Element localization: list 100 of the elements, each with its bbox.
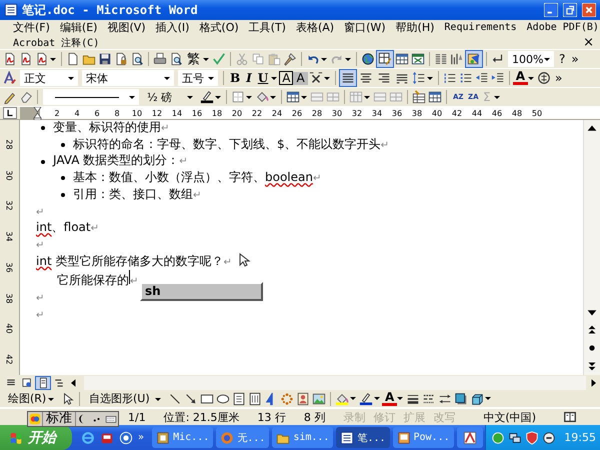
taskbar-button[interactable]: 笔... <box>336 427 390 448</box>
taskbar-button[interactable]: sim... <box>272 427 334 448</box>
tab-selector[interactable] <box>3 107 17 119</box>
close-icon[interactable] <box>582 3 596 17</box>
table-icon[interactable] <box>395 52 409 66</box>
network-icon[interactable] <box>508 430 522 444</box>
ime-logo-icon[interactable] <box>29 413 41 425</box>
indent-marker-icon[interactable] <box>33 107 42 120</box>
print-preview-icon[interactable] <box>169 52 183 66</box>
chinese-conversion-button[interactable]: 繁 <box>184 50 203 68</box>
app-icon[interactable] <box>100 430 114 444</box>
font-dropdown[interactable]: 宋体 <box>82 70 174 86</box>
document-lock-icon[interactable] <box>114 52 128 66</box>
style-dropdown[interactable]: 正文 <box>20 70 78 86</box>
insert-table-icon[interactable] <box>286 90 300 104</box>
character-shading-button[interactable]: A <box>293 72 308 84</box>
dropdown-arrow-icon[interactable] <box>301 96 307 98</box>
document-search-icon[interactable] <box>130 52 144 66</box>
styles-icon[interactable] <box>3 71 17 85</box>
menu-item[interactable]: 表格(A) <box>290 20 340 35</box>
line-spacing-icon[interactable] <box>412 71 426 85</box>
shadow-icon[interactable] <box>454 392 468 406</box>
dropdown-arrow-icon[interactable] <box>324 76 330 80</box>
menu-item[interactable]: 工具(T) <box>244 20 291 35</box>
line-weight-dropdown[interactable]: ½ 磅 <box>143 89 197 105</box>
tables-borders-button[interactable] <box>376 50 394 68</box>
dropdown-arrow-icon[interactable] <box>50 58 56 60</box>
font-color-button[interactable]: A <box>512 71 528 85</box>
eraser-icon[interactable] <box>19 90 33 104</box>
spreadsheet-icon[interactable] <box>411 52 425 66</box>
align-justify-button[interactable] <box>338 69 357 87</box>
select-pointer-icon[interactable] <box>61 392 75 406</box>
text-box-icon[interactable] <box>232 392 246 406</box>
speaker-icon[interactable] <box>542 430 556 444</box>
zoom-dropdown[interactable]: 100% <box>508 51 554 67</box>
restore-icon[interactable] <box>563 3 577 17</box>
bullets-icon[interactable] <box>458 71 473 85</box>
line-icon[interactable] <box>168 392 182 406</box>
minimize-icon[interactable] <box>544 3 558 17</box>
menu-item[interactable]: Requirements <box>439 22 522 33</box>
menu-item[interactable]: 格式(O) <box>194 20 244 35</box>
menu-item[interactable]: 文件(F) <box>8 20 55 35</box>
taskbar-button[interactable] <box>456 427 483 448</box>
dropdown-arrow-icon[interactable] <box>270 96 276 98</box>
character-border-button[interactable]: A <box>279 71 294 85</box>
soft-keyboard-icon[interactable] <box>105 413 117 425</box>
dropdown-arrow-icon[interactable] <box>271 76 278 80</box>
menu-item[interactable]: Acrobat 注释(C) <box>8 36 104 50</box>
merge-cells-icon[interactable] <box>310 90 324 104</box>
pdf-document-icon[interactable] <box>35 52 49 66</box>
increase-indent-icon[interactable] <box>490 71 505 85</box>
dropdown-arrow-icon[interactable] <box>345 58 351 60</box>
italic-button[interactable]: I <box>243 71 255 85</box>
dropdown-arrow-icon[interactable] <box>203 58 209 60</box>
ellipse-icon[interactable] <box>216 392 230 406</box>
line-color-icon[interactable] <box>359 392 373 406</box>
app-icon[interactable] <box>119 430 133 444</box>
table-autoformat-icon[interactable] <box>412 90 426 104</box>
help-button[interactable]: ? <box>556 52 568 66</box>
autoshapes-menu[interactable]: 自选图形(U) <box>85 390 165 406</box>
print-icon[interactable] <box>153 52 167 66</box>
enclosed-character-icon[interactable] <box>536 71 551 85</box>
font-size-dropdown[interactable]: 五号 <box>178 70 218 86</box>
underline-button[interactable]: U <box>254 71 272 85</box>
document-map-button[interactable] <box>465 50 483 68</box>
save-icon[interactable] <box>98 52 112 66</box>
pdf-document-icon[interactable] <box>3 52 17 66</box>
shield-icon[interactable] <box>525 430 540 444</box>
draw-menu[interactable]: 绘图(R) <box>4 390 58 406</box>
columns-icon[interactable] <box>434 52 448 66</box>
dropdown-arrow-icon[interactable] <box>426 76 433 80</box>
pdf-document-icon[interactable] <box>19 52 33 66</box>
insert-picture-icon[interactable] <box>312 392 326 406</box>
menu-item[interactable]: 窗口(W) <box>339 20 391 35</box>
format-painter-icon[interactable] <box>283 52 297 66</box>
dropdown-arrow-icon[interactable] <box>215 96 221 98</box>
split-cells-icon[interactable] <box>326 90 340 104</box>
3d-style-icon[interactable] <box>470 392 484 406</box>
dropdown-arrow-icon[interactable] <box>374 397 380 400</box>
menu-item[interactable]: 帮助(H) <box>390 20 440 35</box>
vertical-text-box-icon[interactable] <box>248 392 262 406</box>
diagram-icon[interactable] <box>280 392 294 406</box>
close-document-button[interactable]: × <box>583 35 594 50</box>
rectangle-icon[interactable] <box>200 392 214 406</box>
numbering-icon[interactable] <box>442 71 457 85</box>
dropdown-arrow-icon[interactable] <box>321 58 327 60</box>
line-style-dropdown[interactable] <box>43 89 139 105</box>
taskbar-button[interactable]: Mic... <box>152 427 214 448</box>
menu-item[interactable]: 插入(I) <box>150 20 194 35</box>
border-color-icon[interactable] <box>200 90 214 104</box>
fill-color-icon[interactable] <box>335 392 349 406</box>
taskbar-button[interactable]: Pow... <box>392 427 454 448</box>
dropdown-arrow-icon[interactable] <box>528 76 534 80</box>
table-icon[interactable] <box>428 90 442 104</box>
new-document-icon[interactable] <box>66 52 80 66</box>
input-mode-button[interactable]: 标准 <box>42 412 76 426</box>
drawing-icon[interactable] <box>450 52 464 66</box>
dropdown-arrow-icon[interactable] <box>485 397 492 400</box>
print-layout-view-button[interactable] <box>35 376 51 390</box>
more-buttons-chevron[interactable]: » <box>552 71 566 85</box>
